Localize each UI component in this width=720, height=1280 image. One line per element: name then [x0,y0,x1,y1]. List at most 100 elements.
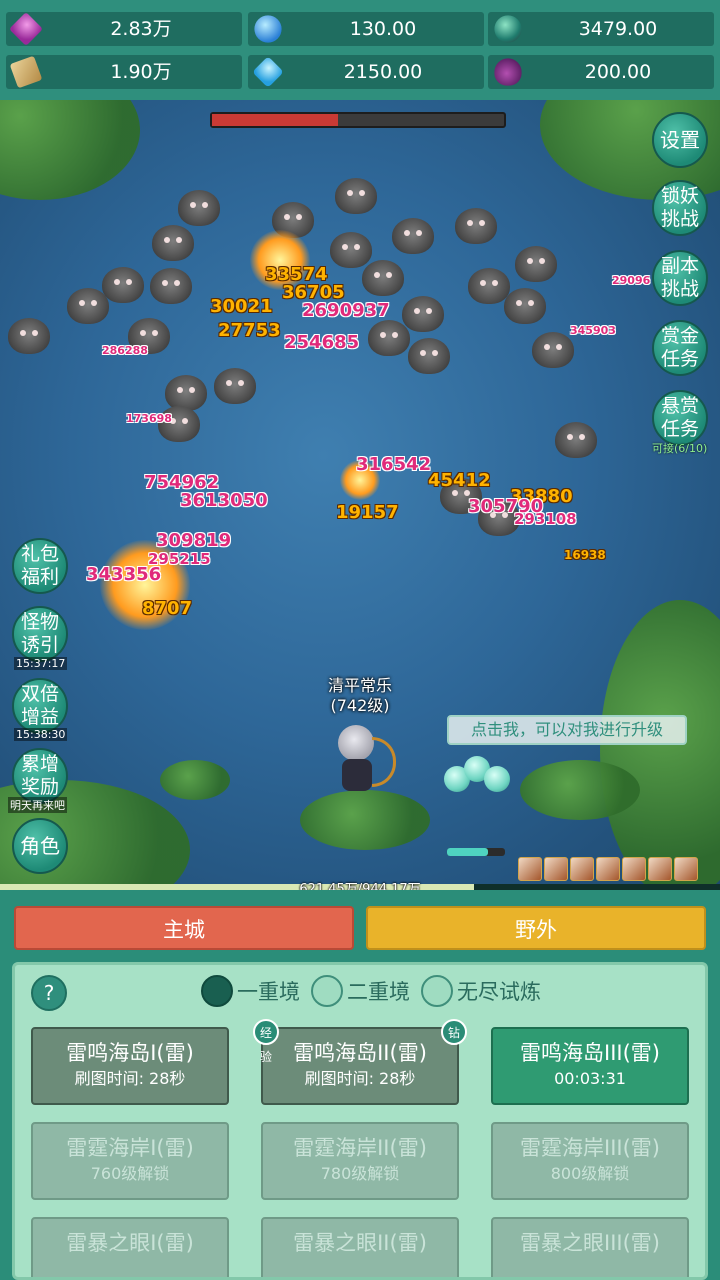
monster[interactable] [408,338,450,374]
map-card[interactable]: 雷鸣海岛I(雷) 刷图时间: 28秒 [31,1027,229,1105]
resource-value: 2150.00 [343,61,423,83]
map-sub: 刷图时间: 28秒 [304,1069,416,1088]
monster[interactable] [455,208,497,244]
monster[interactable] [165,375,207,411]
cumulative-reward-button[interactable]: 累增 奖励 [12,748,68,804]
ice-crystal-icon [252,56,284,88]
damage-number: 305790 [468,496,544,517]
hero-character[interactable] [330,725,396,805]
upgrade-tip[interactable]: 点击我，可以对我进行升级 [447,715,687,745]
map-name: 雷暴之眼II(雷) [293,1231,427,1255]
character-button[interactable]: 角色 [12,818,68,874]
damage-number: 286288 [102,344,148,357]
monster[interactable] [368,320,410,356]
monster[interactable] [214,368,256,404]
monster[interactable] [362,260,404,296]
boss-hp-fill [212,114,338,126]
demon-lock-challenge-button[interactable]: 锁妖 挑战 [652,180,708,236]
monster[interactable] [504,288,546,324]
battle-field[interactable]: 33574 36705 30021 27753 2690937 254685 7… [0,100,720,890]
bush [160,760,230,800]
resource-value: 1.90万 [110,61,172,83]
map-name: 雷霆海岸III(雷) [520,1136,660,1160]
monster[interactable] [178,190,220,226]
resource-purple-gem: 2.83万 [6,12,242,46]
monster[interactable] [67,288,109,324]
monster[interactable] [532,332,574,368]
damage-number: 316542 [356,454,432,475]
monster[interactable] [150,268,192,304]
double-gain-button[interactable]: 双倍 增益 [12,678,68,734]
resource-treasure-bag: 200.00 [488,55,714,89]
damage-number: 8707 [142,598,193,619]
main-city-tab[interactable]: 主城 [14,906,354,950]
boss-hp-bar [210,112,506,128]
map-card-locked[interactable]: 雷暴之眼I(雷) [31,1217,229,1277]
resource-value: 200.00 [584,61,652,83]
monster[interactable] [8,318,50,354]
diamond-tag: 钻 [441,1019,467,1045]
map-sub: 刷图时间: 28秒 [74,1069,186,1088]
damage-number: 29096 [612,274,651,287]
map-card-active[interactable]: 雷鸣海岛III(雷) 00:03:31 [491,1027,689,1105]
damage-number: 309819 [156,530,232,551]
monster[interactable] [152,225,194,261]
monster[interactable] [330,232,372,268]
map-card[interactable]: 经验 钻 雷鸣海岛II(雷) 刷图时间: 28秒 [253,1019,467,1105]
monster[interactable] [555,422,597,458]
monster[interactable] [515,246,557,282]
realm-option-2[interactable]: 二重境 [311,975,410,1007]
monster[interactable] [392,218,434,254]
realm-radio[interactable] [311,975,343,1007]
tree-canopy [0,100,140,200]
map-name: 雷暴之眼I(雷) [66,1231,194,1255]
monster[interactable] [468,268,510,304]
resource-blue-orb: 130.00 [248,12,484,46]
blue-orb-icon [254,15,282,43]
damage-number: 3613050 [180,490,268,511]
dungeon-challenge-button[interactable]: 副本 挑战 [652,250,708,306]
monster-lure-button[interactable]: 怪物 诱引 [12,606,68,662]
damage-number: 173698 [126,412,172,425]
spirit-orb-icon [494,15,522,43]
field-tab[interactable]: 野外 [366,906,706,950]
map-card-locked[interactable]: 雷霆海岸I(雷) 760级解锁 [31,1122,229,1200]
realm-radio[interactable] [201,975,233,1007]
double-gain-timer: 15:38:30 [14,728,68,741]
gold-bounty-task-button[interactable]: 赏金 任务 [652,320,708,376]
reward-task-button[interactable]: 悬赏 任务 [652,390,708,446]
damage-number: 295215 [148,550,211,568]
tree-orb [484,766,510,792]
bush [520,760,640,820]
map-card-locked[interactable]: 雷暴之眼III(雷) [491,1217,689,1277]
settings-button[interactable]: 设置 [652,112,708,168]
map-unlock-level: 760级解锁 [90,1164,170,1183]
monster-lure-timer: 15:37:17 [14,657,68,670]
monster[interactable] [102,267,144,303]
map-name: 雷鸣海岛III(雷) [520,1041,660,1065]
realm-label: 二重境 [347,980,410,1004]
help-button[interactable]: ? [31,975,67,1011]
hero-body [342,759,372,791]
monster[interactable] [335,178,377,214]
damage-number: 19157 [336,502,399,523]
map-name: 雷霆海岸II(雷) [293,1136,427,1160]
damage-number: 27753 [218,320,281,341]
map-card-locked[interactable]: 雷霆海岸II(雷) 780级解锁 [261,1122,459,1200]
realm-radio[interactable] [421,975,453,1007]
tree-canopy [600,600,720,890]
hero-head [338,725,374,761]
hero-nameplate: 清平常乐 (742级) [290,676,430,716]
monster[interactable] [402,296,444,332]
gift-welfare-button[interactable]: 礼包 福利 [12,538,68,594]
damage-number: 30021 [210,296,273,317]
realm-option-1[interactable]: 一重境 [201,975,300,1007]
map-card-locked[interactable]: 雷暴之眼II(雷) [261,1217,459,1277]
map-card-locked[interactable]: 雷霆海岸III(雷) 800级解锁 [491,1122,689,1200]
exp-tag: 经验 [253,1019,279,1064]
upgrade-tree[interactable] [440,756,510,830]
resource-bar: 2.83万 130.00 3479.00 1.90万 2150.00 200.0… [0,0,720,100]
map-name: 雷鸣海岛II(雷) [293,1041,427,1065]
reward-task-count: 可接(6/10) [652,442,708,455]
realm-option-3[interactable]: 无尽试炼 [421,975,541,1007]
